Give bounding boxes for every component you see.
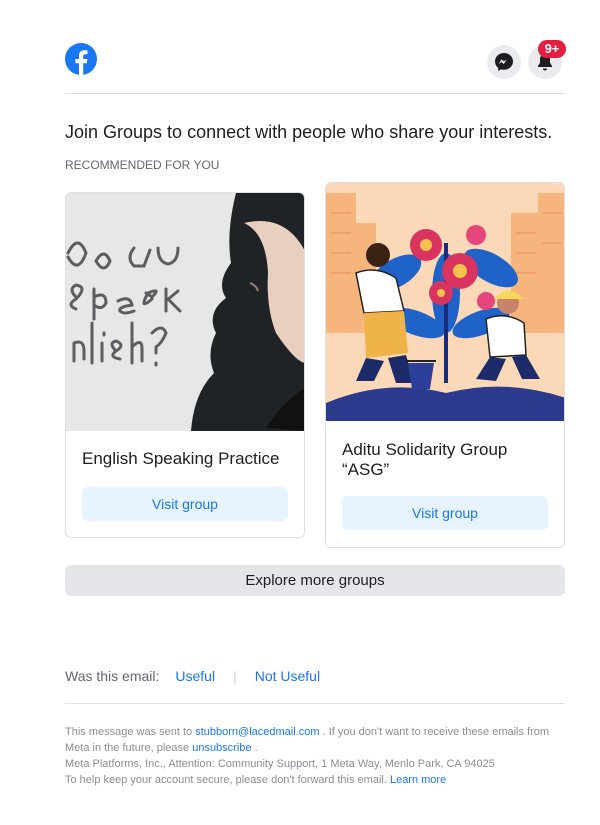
company-address: Meta Platforms, Inc., Attention: Communi… — [65, 758, 495, 770]
group-name: English Speaking Practice — [82, 449, 280, 468]
footer-divider — [65, 703, 565, 704]
visit-group-button[interactable]: Visit group — [82, 487, 288, 521]
group-cover-image[interactable] — [66, 193, 304, 431]
email-feedback: Was this email: Useful | Not Useful — [65, 668, 320, 684]
recipient-email-link[interactable]: stubborn@lacedmail.com — [195, 726, 319, 738]
messenger-icon — [495, 53, 513, 71]
group-name: Aditu Solidarity Group “ASG” — [342, 440, 508, 479]
explore-more-groups-button[interactable]: Explore more groups — [65, 565, 565, 596]
recipient-prefix: This message was sent to — [65, 726, 193, 738]
notification-badge: 9+ — [538, 40, 566, 58]
unsubscribe-link[interactable]: unsubscribe — [192, 742, 251, 754]
headline: Join Groups to connect with people who s… — [65, 122, 553, 142]
group-cover-image[interactable] — [326, 183, 564, 421]
security-notice: To help keep your account secure, please… — [65, 772, 565, 788]
section-label: RECOMMENDED FOR YOU — [65, 158, 220, 172]
email-header: 9+ — [65, 40, 566, 94]
feedback-separator: | — [233, 668, 237, 684]
security-text: To help keep your account secure, please… — [65, 774, 387, 786]
not-useful-link[interactable]: Not Useful — [255, 668, 320, 684]
group-card[interactable]: English Speaking Practice Visit group — [65, 192, 305, 538]
learn-more-link[interactable]: Learn more — [390, 774, 446, 786]
group-card[interactable]: Aditu Solidarity Group “ASG” Visit group — [325, 182, 565, 548]
facebook-logo-icon[interactable] — [65, 43, 97, 75]
visit-group-button[interactable]: Visit group — [342, 496, 548, 530]
email-footer: This message was sent to stubborn@lacedm… — [65, 724, 565, 788]
recipient-notice: This message was sent to stubborn@lacedm… — [65, 724, 565, 756]
messenger-button[interactable] — [487, 45, 521, 79]
useful-link[interactable]: Useful — [175, 668, 215, 684]
feedback-prompt: Was this email: — [65, 668, 160, 684]
footer-period: . — [254, 742, 258, 754]
